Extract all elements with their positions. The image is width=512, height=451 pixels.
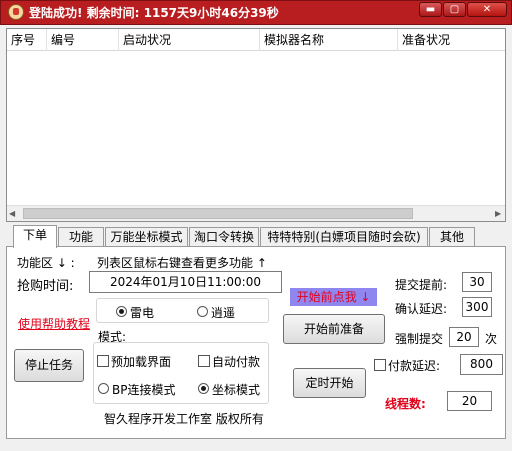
app-icon	[8, 4, 24, 20]
bp-mode-label[interactable]: BP连接模式	[112, 381, 175, 398]
tab-taokouling[interactable]: 淘口令转换	[189, 227, 259, 247]
list-hint-label: 列表区鼠标右键查看更多功能 ↑	[97, 256, 267, 270]
column-header-emulator-name[interactable]: 模拟器名称	[260, 29, 398, 51]
close-button[interactable]: ✕	[467, 2, 507, 17]
window-title: 登陆成功! 剩余时间: 1157天9小时46分39秒	[29, 6, 279, 20]
force-submit-label: 强制提交	[395, 332, 444, 346]
scroll-right-icon[interactable]: ▶	[495, 209, 501, 218]
threads-label: 线程数:	[385, 397, 426, 411]
scroll-left-icon[interactable]: ◀	[9, 209, 15, 218]
start-hint-label: 开始前点我 ↓	[290, 288, 377, 306]
tab-other[interactable]: 其他	[429, 227, 475, 247]
function-area-label: 功能区 ↓ :	[17, 256, 75, 270]
force-submit-unit: 次	[485, 332, 498, 346]
pay-delay-label[interactable]: 付款延迟:	[388, 357, 440, 374]
minimize-button[interactable]: ▬	[419, 2, 442, 17]
bp-mode-radio[interactable]	[98, 383, 109, 394]
buy-time-label: 抢购时间:	[17, 279, 74, 294]
maximize-button[interactable]: ▢	[443, 2, 466, 17]
list-header: 序号 编号 启动状况 模拟器名称 准备状况	[7, 29, 505, 51]
preload-checkbox[interactable]	[97, 355, 109, 367]
xiaoyao-radio[interactable]	[197, 306, 208, 317]
column-header-ready-status[interactable]: 准备状况	[398, 29, 505, 51]
timed-start-button[interactable]: 定时开始	[293, 368, 366, 398]
pay-delay-checkbox[interactable]	[374, 359, 386, 371]
force-submit-input[interactable]: 20	[449, 327, 479, 347]
tab-functions[interactable]: 功能	[58, 227, 104, 247]
column-header-index[interactable]: 序号	[7, 29, 47, 51]
xiaoyao-label[interactable]: 逍遥	[211, 304, 235, 321]
threads-input[interactable]: 20	[447, 391, 492, 411]
stop-task-button[interactable]: 停止任务	[14, 349, 84, 382]
help-link[interactable]: 使用帮助教程	[18, 315, 90, 332]
buy-time-input[interactable]: 2024年01月10日11:00:00	[89, 271, 282, 293]
preload-label[interactable]: 预加载界面	[111, 353, 171, 370]
tab-special[interactable]: 特特特别(白嫖项目随时会砍)	[260, 227, 428, 247]
column-header-id[interactable]: 编号	[47, 29, 119, 51]
copyright-label: 智久程序开发工作室 版权所有	[104, 412, 264, 426]
tab-coordinate-mode[interactable]: 万能坐标模式	[105, 227, 188, 247]
auto-pay-label[interactable]: 自动付款	[212, 353, 260, 370]
leidian-label[interactable]: 雷电	[130, 304, 154, 321]
tab-order[interactable]: 下单	[13, 225, 57, 248]
emulator-list[interactable]: 序号 编号 启动状况 模拟器名称 准备状况 ◀ ▶	[6, 28, 506, 222]
horizontal-scrollbar[interactable]: ◀ ▶	[7, 205, 505, 221]
auto-pay-checkbox[interactable]	[198, 355, 210, 367]
confirm-delay-input[interactable]: 300	[462, 297, 492, 317]
prepare-button[interactable]: 开始前准备	[283, 314, 385, 344]
pay-delay-input[interactable]: 800	[460, 354, 503, 375]
coord-mode-label[interactable]: 坐标模式	[212, 381, 260, 398]
scrollbar-thumb[interactable]	[23, 208, 413, 219]
column-header-start-status[interactable]: 启动状况	[119, 29, 260, 51]
confirm-delay-label: 确认延迟:	[395, 302, 448, 316]
submit-ahead-input[interactable]: 30	[462, 272, 492, 292]
leidian-radio[interactable]	[116, 306, 127, 317]
submit-ahead-label: 提交提前:	[395, 278, 448, 292]
coord-mode-radio[interactable]	[198, 383, 209, 394]
